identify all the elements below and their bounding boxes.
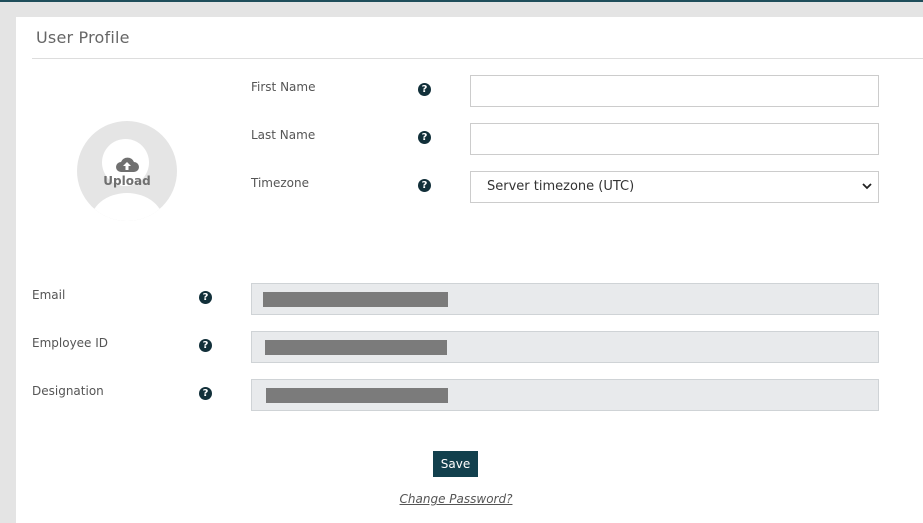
employee-id-help-icon[interactable]: ?: [199, 339, 212, 352]
title-divider: [32, 58, 923, 59]
last-name-input[interactable]: [470, 123, 879, 155]
timezone-select[interactable]: Server timezone (UTC): [470, 171, 879, 203]
designation-label: Designation: [32, 384, 104, 398]
first-name-input[interactable]: [470, 75, 879, 107]
employee-id-label: Employee ID: [32, 336, 109, 350]
employee-id-field: [251, 331, 879, 363]
employee-id-redacted-value: [265, 340, 447, 355]
avatar-shoulders-shape: [90, 193, 164, 221]
chevron-down-icon: [862, 183, 872, 190]
first-name-help-icon[interactable]: ?: [418, 83, 431, 96]
user-profile-panel: User Profile Upload First Name ? Last Na…: [16, 17, 923, 523]
change-password-link[interactable]: Change Password?: [356, 492, 556, 506]
designation-redacted-value: [266, 388, 448, 403]
last-name-label: Last Name: [251, 128, 316, 142]
cloud-upload-icon: [116, 157, 139, 172]
timezone-selected-value: Server timezone (UTC): [487, 179, 635, 194]
email-label: Email: [32, 288, 66, 302]
email-field: [251, 283, 879, 315]
timezone-label: Timezone: [251, 176, 309, 190]
last-name-help-icon[interactable]: ?: [418, 131, 431, 144]
top-accent-bar: [0, 0, 923, 2]
upload-label: Upload: [103, 174, 151, 188]
save-button[interactable]: Save: [433, 451, 478, 477]
timezone-help-icon[interactable]: ?: [418, 179, 431, 192]
avatar-upload[interactable]: Upload: [77, 121, 177, 221]
email-redacted-value: [263, 292, 448, 307]
first-name-label: First Name: [251, 80, 316, 94]
page-title: User Profile: [36, 28, 130, 47]
designation-help-icon[interactable]: ?: [199, 387, 212, 400]
designation-field: [251, 379, 879, 411]
email-help-icon[interactable]: ?: [199, 291, 212, 304]
